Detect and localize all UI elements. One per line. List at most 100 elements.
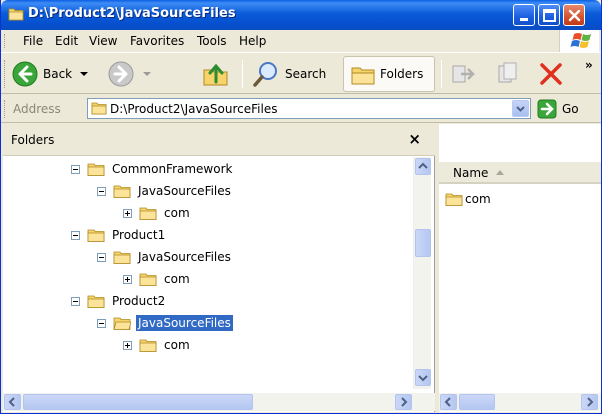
collapse-icon[interactable]	[97, 318, 106, 328]
title-bar[interactable]: D:\Product2\JavaSourceFiles	[1, 0, 601, 30]
collapse-icon[interactable]	[71, 164, 80, 174]
file-list-horizontal-scrollbar[interactable]	[439, 393, 601, 411]
go-button[interactable]: Go	[537, 99, 579, 119]
address-value: D:\Product2\JavaSourceFiles	[110, 102, 278, 116]
folders-pane: Folders × CommonFramework JavaSourceFile…	[3, 124, 435, 412]
tree-node[interactable]: JavaSourceFiles	[97, 246, 233, 268]
folder-icon	[8, 8, 24, 21]
folder-icon	[139, 273, 157, 286]
folder-icon	[113, 185, 131, 198]
tree-node[interactable]: com	[123, 334, 192, 356]
folders-button[interactable]: Folders	[343, 56, 435, 92]
tree-node[interactable]: Product1	[71, 224, 167, 246]
collapse-icon[interactable]	[71, 230, 80, 240]
collapse-icon[interactable]	[71, 296, 80, 306]
delete-button[interactable]	[537, 56, 565, 92]
minimize-button[interactable]	[513, 4, 535, 26]
folders-pane-close-button[interactable]: ×	[408, 130, 421, 148]
horizontal-scroll-thumb[interactable]	[23, 394, 253, 410]
menu-view[interactable]: View	[89, 34, 117, 48]
toolbar-overflow-chevron[interactable]: »	[585, 58, 593, 72]
menu-bar: File Edit View Favorites Tools Help	[1, 30, 601, 53]
tree-node[interactable]: Product2	[71, 290, 167, 312]
vertical-scrollbar[interactable]	[413, 157, 431, 389]
back-dropdown-icon[interactable]	[80, 71, 89, 77]
address-label: Address	[13, 102, 61, 116]
tree-node[interactable]: com	[123, 202, 192, 224]
chevron-up-icon	[418, 162, 428, 169]
column-name-label: Name	[453, 166, 489, 180]
horizontal-scrollbar[interactable]	[3, 393, 435, 411]
expand-icon[interactable]	[123, 208, 132, 218]
file-list-item[interactable]: com	[445, 192, 491, 206]
tree-node-label: JavaSourceFiles	[138, 184, 231, 198]
tree-node-label: com	[164, 206, 190, 220]
collapse-icon[interactable]	[97, 252, 106, 262]
address-folder-icon	[91, 102, 107, 115]
menu-tools[interactable]: Tools	[197, 34, 227, 48]
folder-icon	[445, 193, 463, 206]
column-header-name[interactable]: Name	[439, 162, 601, 184]
menu-grip[interactable]	[4, 34, 6, 48]
scroll-left-button[interactable]	[4, 394, 21, 410]
forward-button[interactable]	[107, 56, 151, 92]
toolbar-separator	[441, 60, 442, 88]
tree-node-label: Product1	[112, 228, 166, 242]
minimize-icon	[520, 18, 528, 21]
folder-icon	[139, 339, 157, 352]
toolbar-separator	[242, 60, 243, 88]
scroll-left-button[interactable]	[440, 394, 457, 410]
back-button[interactable]: Back	[11, 56, 89, 92]
folders-pane-title: Folders	[11, 133, 55, 147]
tree-node[interactable]: CommonFramework	[71, 158, 234, 180]
go-label: Go	[562, 102, 579, 116]
tree-node-selected[interactable]: JavaSourceFiles	[97, 312, 233, 334]
scroll-right-button[interactable]	[395, 394, 412, 410]
tree-node[interactable]: com	[123, 268, 192, 290]
copy-to-button[interactable]	[495, 56, 523, 92]
expand-icon[interactable]	[123, 274, 132, 284]
close-button[interactable]	[563, 4, 585, 26]
move-to-button[interactable]	[449, 56, 477, 92]
menu-favorites[interactable]: Favorites	[130, 34, 184, 48]
tree-node-label: Product2	[112, 294, 166, 308]
search-button[interactable]: Search	[251, 56, 326, 92]
chevron-right-icon	[401, 397, 408, 407]
delete-icon	[540, 63, 562, 85]
address-dropdown-button[interactable]	[512, 100, 529, 117]
menu-file[interactable]: File	[23, 34, 43, 48]
search-icon	[253, 62, 277, 87]
forward-dropdown-icon[interactable]	[143, 71, 151, 77]
toolbar-grip[interactable]	[4, 60, 6, 88]
address-grip[interactable]	[4, 100, 6, 118]
scroll-right-button[interactable]	[581, 394, 598, 410]
maximize-button[interactable]	[538, 4, 560, 26]
tree-node-label: CommonFramework	[112, 162, 233, 176]
window-title: D:\Product2\JavaSourceFiles	[28, 6, 236, 21]
collapse-icon[interactable]	[97, 186, 106, 196]
vertical-scroll-thumb[interactable]	[415, 229, 431, 257]
copy-to-icon	[498, 62, 517, 83]
scroll-up-button[interactable]	[415, 158, 431, 175]
folders-icon	[351, 67, 375, 85]
maximize-icon	[543, 9, 556, 22]
menu-edit[interactable]: Edit	[55, 34, 78, 48]
expand-icon[interactable]	[123, 340, 132, 350]
folder-icon	[113, 251, 131, 264]
windows-flag-icon	[570, 33, 591, 48]
tree-node[interactable]: JavaSourceFiles	[97, 180, 233, 202]
menu-help[interactable]: Help	[239, 34, 266, 48]
folder-icon	[87, 229, 105, 242]
address-input[interactable]: D:\Product2\JavaSourceFiles	[87, 98, 531, 119]
up-folder-button[interactable]	[201, 56, 231, 92]
folder-tree: CommonFramework JavaSourceFiles com Prod…	[3, 157, 413, 389]
up-folder-icon	[203, 63, 228, 86]
scroll-down-button[interactable]	[415, 369, 431, 386]
windows-logo	[559, 30, 599, 52]
file-list-item-label: com	[465, 192, 491, 206]
tree-node-label: com	[164, 272, 190, 286]
horizontal-scroll-thumb[interactable]	[459, 394, 495, 410]
chevron-right-icon	[587, 397, 594, 407]
explorer-window: D:\Product2\JavaSourceFiles File Edit Vi…	[0, 0, 602, 414]
chevron-down-icon	[516, 106, 525, 112]
